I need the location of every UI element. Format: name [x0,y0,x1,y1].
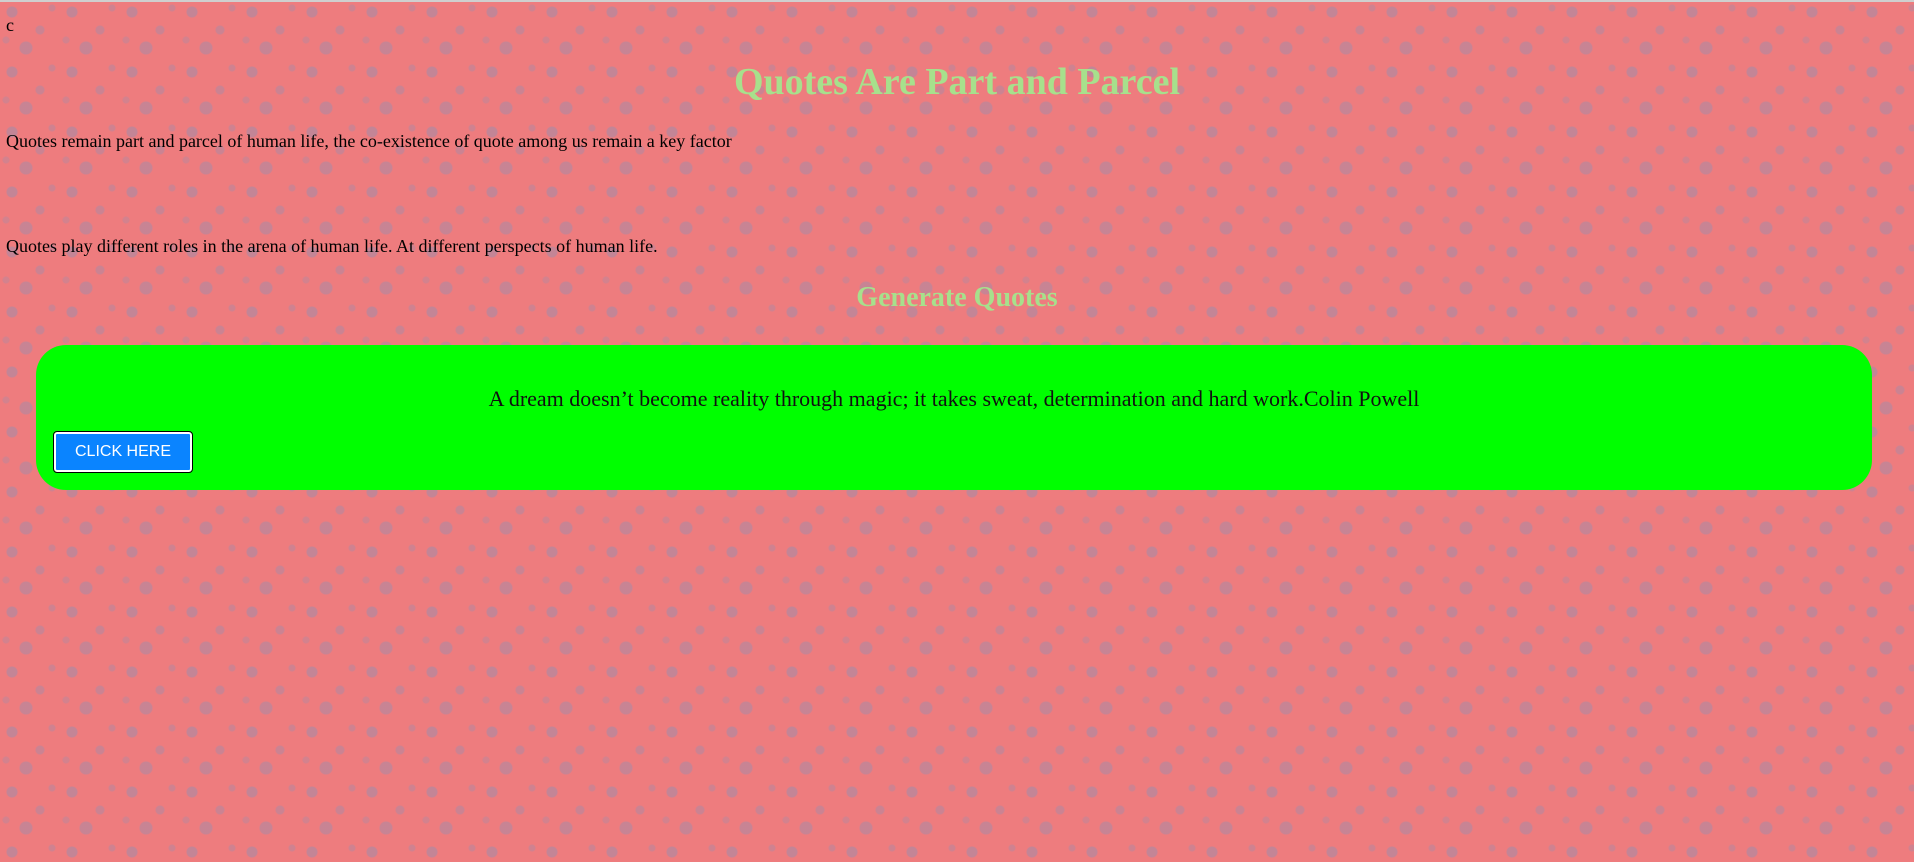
page-title: Quotes Are Part and Parcel [733,61,1181,103]
quote-card: A dream doesn’t become reality through m… [36,345,1872,490]
roles-paragraph: Quotes play different roles in the arena… [6,236,658,256]
section-title: Generate Quotes [856,282,1058,313]
quote-text: A dream doesn’t become reality through m… [488,386,1420,411]
stray-text: c [6,15,14,35]
intro-paragraph: Quotes remain part and parcel of human l… [6,131,732,151]
generate-quote-button[interactable]: CLICK HERE [53,431,193,473]
top-border-line [0,0,1914,2]
